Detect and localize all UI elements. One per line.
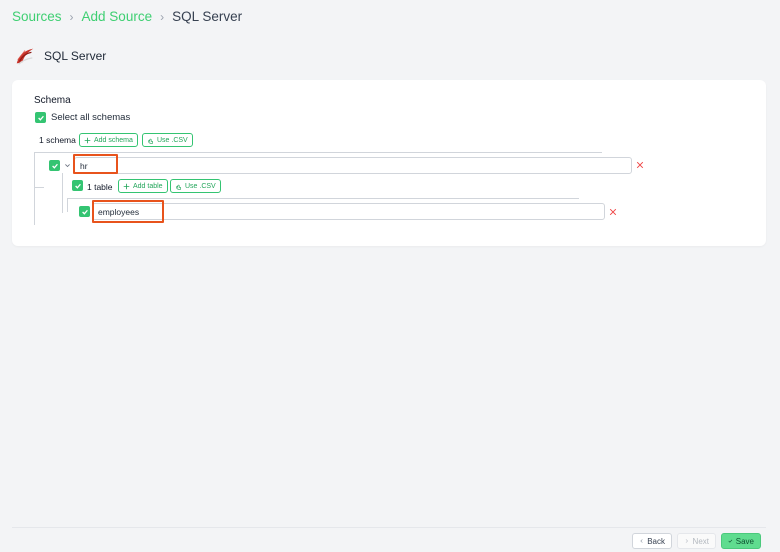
check-icon [74,183,81,189]
source-header: SQL Server [14,45,106,67]
breadcrumb-current: SQL Server [172,9,243,24]
add-table-button[interactable]: Add table [118,179,168,193]
schema-use-csv-label: Use .CSV [157,136,188,144]
tree-connector-line [34,152,602,153]
add-schema-label: Add schema [94,136,133,144]
tables-select-all-checkbox[interactable] [72,180,83,191]
check-icon [51,163,58,169]
schema-hr-checkbox[interactable] [49,160,60,171]
close-icon[interactable] [636,161,644,169]
check-icon [728,539,733,543]
sql-server-logo-icon [16,48,34,65]
table-use-csv-button[interactable]: Use .CSV [170,179,221,193]
hand-pointer-icon [148,138,153,144]
tree-connector-line [67,198,579,199]
chevron-left-icon [640,539,643,543]
plus-icon [84,137,91,143]
table-name-input[interactable]: employees [92,203,605,220]
schema-name-input[interactable]: hr [74,157,632,174]
tree-connector-line [67,198,68,212]
page-title: SQL Server [44,49,107,63]
breadcrumb-sources-link[interactable]: Sources [12,9,62,24]
next-label: Next [692,536,709,546]
select-all-label: Select all schemas [51,112,131,123]
tree-connector-line [34,152,35,225]
chevron-right-icon [685,539,689,543]
add-table-label: Add table [133,182,163,190]
breadcrumb: Sources › Add Source › SQL Server [12,9,242,24]
schema-use-csv-button[interactable]: Use .CSV [142,133,193,147]
schema-count: 1 schema [39,135,76,145]
hand-pointer-icon [176,184,181,190]
plus-icon [123,183,130,189]
schema-card: Schema Select all schemas 1 schema Add s… [12,80,766,246]
select-all-checkbox[interactable] [35,112,46,123]
chevron-right-icon: › [69,9,74,24]
chevron-down-icon[interactable] [64,162,71,169]
check-icon [81,209,88,215]
table-employees-checkbox[interactable] [79,206,90,217]
save-button[interactable]: Save [721,533,761,549]
close-icon[interactable] [609,208,617,216]
tree-connector-line [34,187,44,188]
check-icon [37,115,44,121]
footer-divider [12,527,766,528]
save-label: Save [735,536,754,546]
back-button[interactable]: Back [632,533,672,549]
schema-section-label: Schema [34,95,71,106]
chevron-right-icon: › [160,9,165,24]
back-label: Back [647,536,665,546]
table-count: 1 table [87,182,113,192]
tree-connector-line [62,173,63,213]
add-schema-button[interactable]: Add schema [79,133,138,147]
table-use-csv-label: Use .CSV [185,182,216,190]
next-button[interactable]: Next [677,533,716,549]
breadcrumb-add-source-link[interactable]: Add Source [82,9,153,24]
